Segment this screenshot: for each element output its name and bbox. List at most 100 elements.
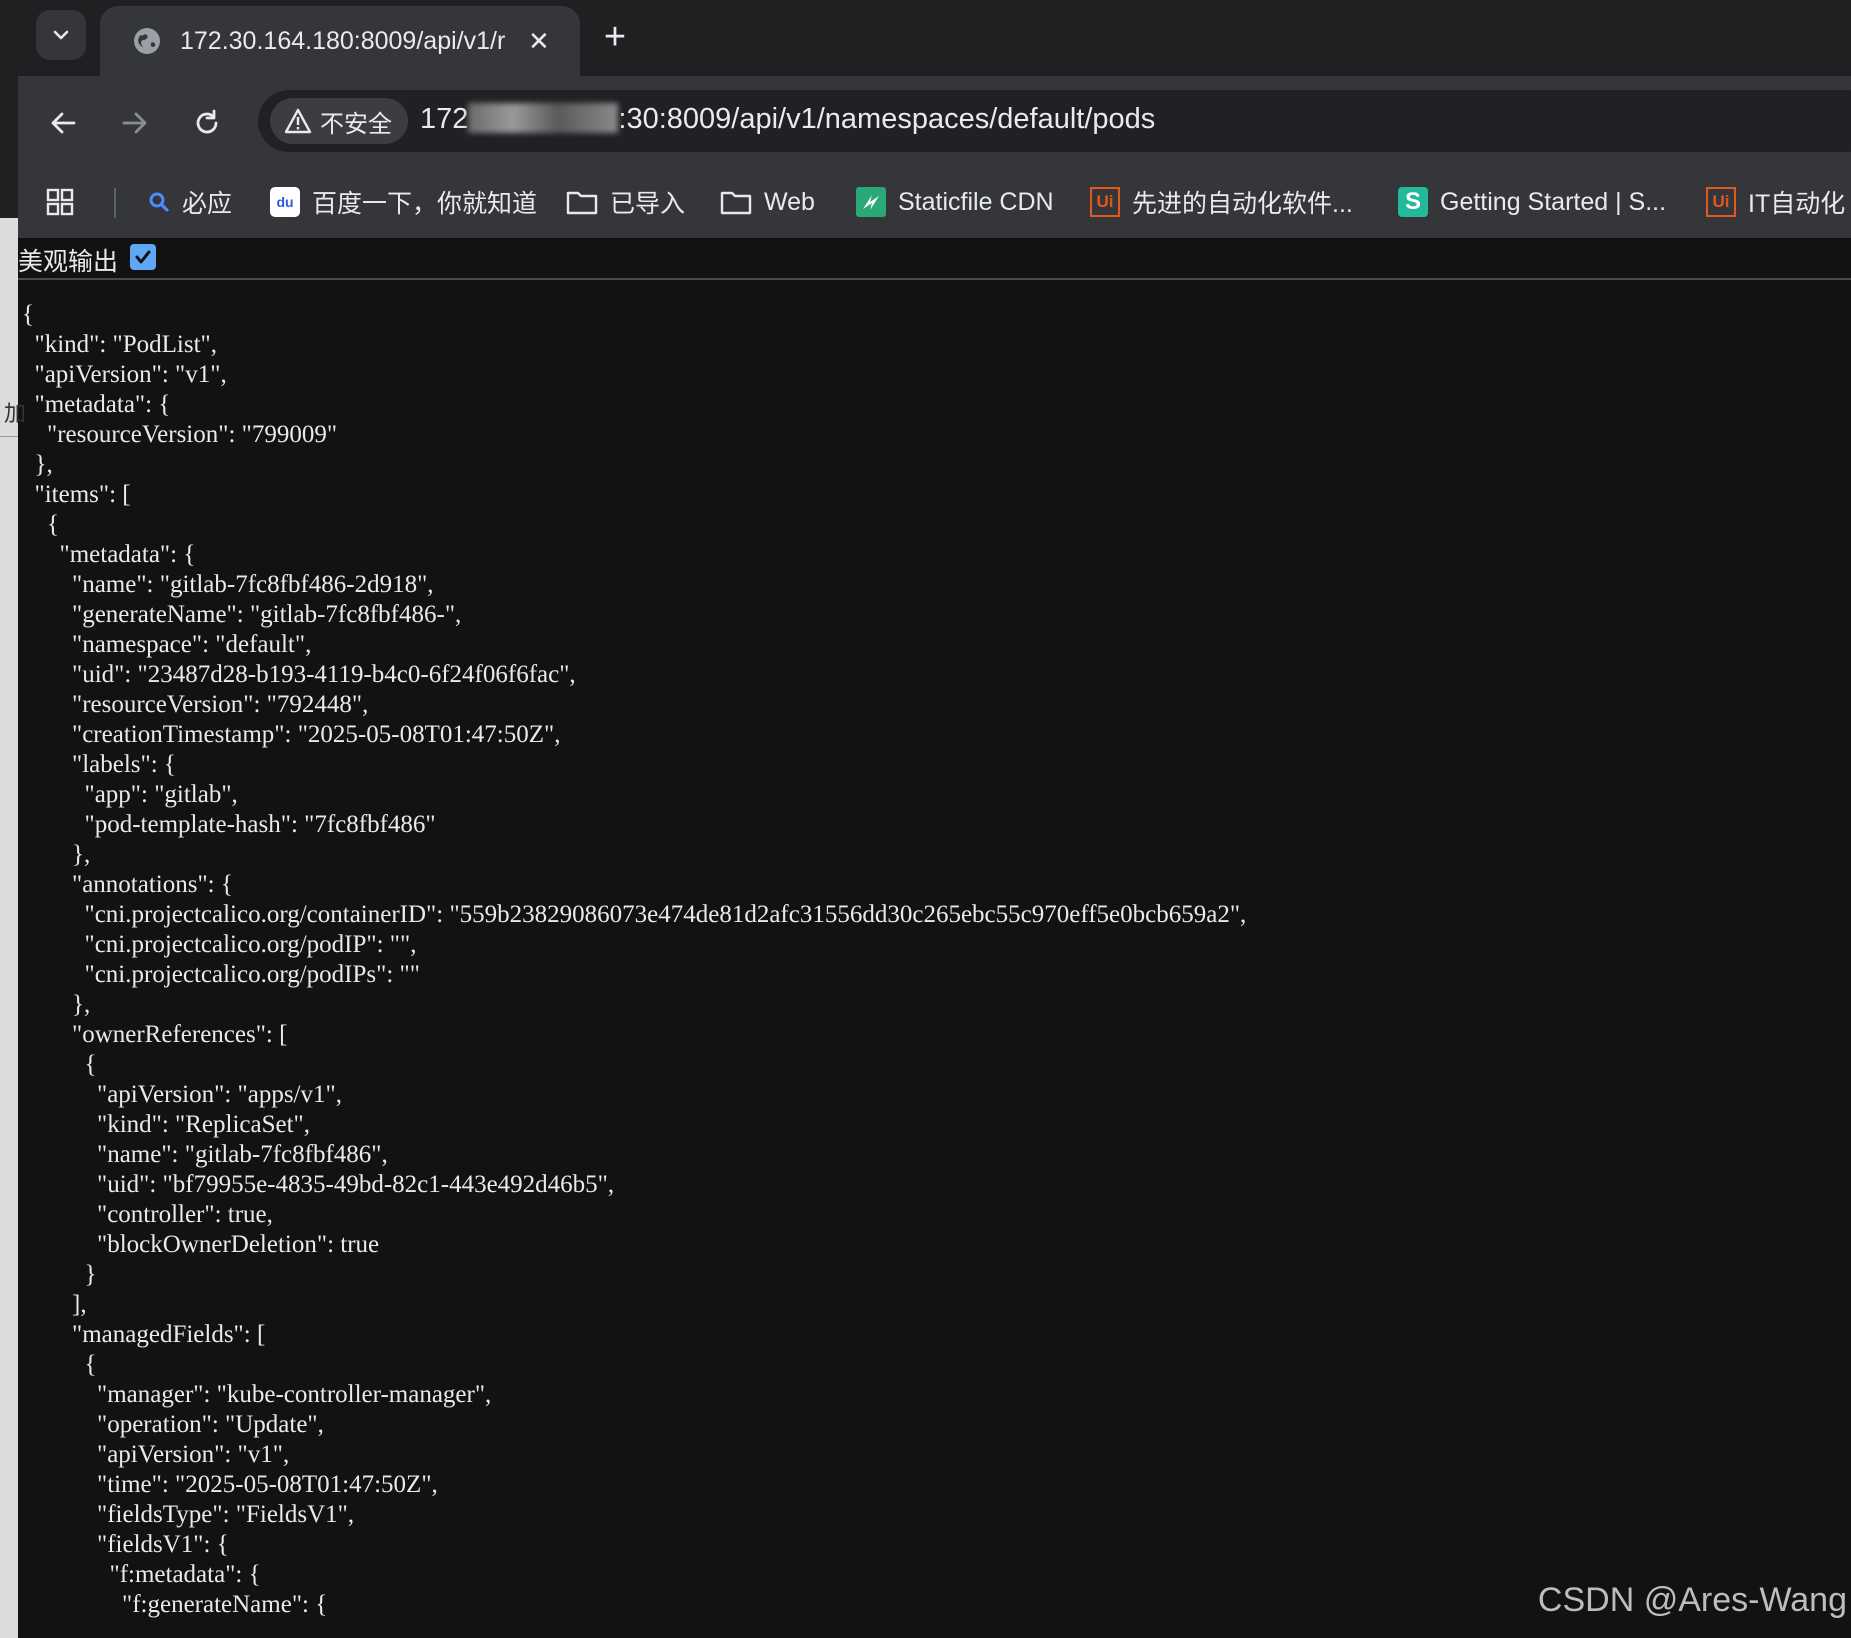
json-line: "controller": true, (22, 1201, 273, 1228)
json-viewer: { "kind": "PodList", "apiVersion": "v1",… (22, 300, 1246, 1620)
json-line: "pod-template-hash": "7fc8fbf486" (22, 811, 436, 838)
url-prefix: 172 (420, 103, 469, 135)
bookmark-uipath[interactable]: Ui 先进的自动化软件... (1090, 182, 1353, 222)
url-suffix: :30:8009/api/v1/namespaces/default/pods (618, 103, 1156, 135)
json-line: }, (22, 841, 91, 868)
bookmark-staticfile[interactable]: Staticfile CDN (856, 182, 1054, 222)
toolbar: 不安全 172 :30:8009/api/v1/namespaces/defaul… (18, 76, 1851, 166)
json-line: "metadata": { (22, 391, 171, 418)
json-line: "fieldsV1": { (22, 1531, 229, 1558)
bookmark-label: Staticfile CDN (898, 187, 1054, 216)
tab-title: 172.30.164.180:8009/api/v1/r (180, 26, 506, 55)
globe-icon (134, 28, 160, 54)
left-strip-dark (0, 0, 18, 218)
json-line: "cni.projectcalico.org/containerID": "55… (22, 901, 1247, 928)
baidu-icon: du (270, 187, 300, 217)
json-line: "apiVersion": "v1", (22, 1441, 290, 1468)
pretty-print-label: 美观输出 (18, 247, 119, 276)
json-line: } (22, 1261, 97, 1288)
json-line: { (22, 511, 59, 538)
json-line: "f:metadata": { (22, 1561, 261, 1588)
bookmark-getting-started[interactable]: S Getting Started | S... (1398, 182, 1666, 222)
back-button[interactable] (38, 98, 88, 148)
json-line: "kind": "PodList", (22, 331, 218, 358)
bookmark-label: 必应 (182, 190, 233, 218)
address-bar[interactable]: 不安全 172 :30:8009/api/v1/namespaces/defaul… (258, 90, 1851, 152)
json-line: "fieldsType": "FieldsV1", (22, 1501, 355, 1528)
tab-bar: 172.30.164.180:8009/api/v1/r ✕ + (18, 0, 1851, 76)
s-icon: S (1398, 187, 1428, 217)
json-line: "cni.projectcalico.org/podIPs": "" (22, 961, 420, 988)
forward-button[interactable] (110, 98, 160, 148)
active-tab[interactable]: 172.30.164.180:8009/api/v1/r ✕ (100, 6, 580, 76)
json-line: "apiVersion": "apps/v1", (22, 1081, 342, 1108)
json-line: "items": [ (22, 481, 131, 508)
watermark: CSDN @Ares-Wang (1537, 1581, 1847, 1619)
bookmark-it-automation[interactable]: Ui IT自动化 (1706, 182, 1845, 222)
close-icon[interactable]: ✕ (528, 26, 550, 57)
json-line: }, (22, 991, 91, 1018)
search-icon (148, 191, 170, 213)
forward-arrow-icon (122, 112, 147, 134)
bookmark-label: IT自动化 (1748, 190, 1846, 218)
left-window-strip: 加 (0, 0, 26, 1638)
json-line: "operation": "Update", (22, 1411, 324, 1438)
json-line: "manager": "kube-controller-manager", (22, 1381, 492, 1408)
json-line: "time": "2025-05-08T01:47:50Z", (22, 1471, 438, 1498)
json-line: "creationTimestamp": "2025-05-08T01:47:5… (22, 721, 561, 748)
tab-search-button[interactable] (36, 10, 86, 60)
json-line: "app": "gitlab", (22, 781, 238, 808)
json-line: "kind": "ReplicaSet", (22, 1111, 311, 1138)
bookmark-label: 先进的自动化软件... (1132, 190, 1353, 218)
json-line: "annotations": { (22, 871, 233, 898)
bookmarks-bar: 必应 du 百度一下，你就知道 已导入 Web Staticfile CDN U (18, 166, 1851, 239)
json-line: { (22, 1051, 97, 1078)
json-line: "apiVersion": "v1", (22, 361, 227, 388)
bookmark-bing[interactable]: 必应 (148, 182, 232, 222)
json-line: "cni.projectcalico.org/podIP": "", (22, 931, 417, 958)
bookmark-label: Getting Started | S... (1440, 187, 1667, 216)
bookmark-label: 百度一下，你就知道 (312, 190, 538, 218)
pretty-print-bar: 美观输出 (18, 238, 1851, 280)
json-line: { (22, 301, 34, 328)
bookmark-folder-imported[interactable]: 已导入 (566, 182, 685, 222)
folder-icon (720, 189, 752, 215)
back-arrow-icon (51, 112, 76, 134)
chevron-down-icon (53, 30, 69, 40)
url-text[interactable]: 172 :30:8009/api/v1/namespaces/default/po… (420, 103, 1155, 136)
pretty-print-checkbox[interactable] (130, 244, 156, 270)
json-line: "namespace": "default", (22, 631, 312, 658)
bookmark-label: Web (764, 187, 815, 216)
json-line: "resourceVersion": "792448", (22, 691, 369, 718)
json-line: "ownerReferences": [ (22, 1021, 288, 1048)
bookmark-baidu[interactable]: du 百度一下，你就知道 (270, 182, 537, 222)
json-line: }, (22, 451, 53, 478)
bookmarks-separator (114, 188, 116, 218)
redacted-url-segment (468, 103, 619, 133)
json-line: ], (22, 1291, 87, 1318)
checkmark-icon (135, 250, 151, 264)
json-line: "managedFields": [ (22, 1321, 266, 1348)
json-line: "uid": "23487d28-b193-4119-b4c0-6f24f06f… (22, 661, 576, 688)
json-line: "uid": "bf79955e-4835-49bd-82c1-443e492d… (22, 1171, 615, 1198)
bookmark-folder-web[interactable]: Web (720, 182, 815, 222)
apps-button[interactable] (46, 182, 74, 222)
folder-icon (566, 189, 598, 215)
reload-button[interactable] (182, 98, 232, 148)
json-line: "labels": { (22, 751, 176, 778)
json-line: "name": "gitlab-7fc8fbf486", (22, 1141, 388, 1168)
json-line: "generateName": "gitlab-7fc8fbf486-", (22, 601, 462, 628)
json-line: "blockOwnerDeletion": true (22, 1231, 380, 1258)
uipath-icon: Ui (1706, 187, 1736, 217)
reload-icon (196, 109, 218, 134)
bookmark-label: 已导入 (610, 190, 686, 218)
left-strip-divider (0, 436, 18, 437)
warning-icon (284, 108, 312, 134)
new-tab-button[interactable]: + (590, 12, 640, 62)
security-indicator[interactable]: 不安全 (270, 98, 408, 144)
json-line: "name": "gitlab-7fc8fbf486-2d918", (22, 571, 434, 598)
apps-grid-icon (46, 188, 74, 216)
uipath-icon: Ui (1090, 187, 1120, 217)
json-line: "f:generateName": { (22, 1591, 328, 1618)
staticfile-icon (856, 187, 886, 217)
